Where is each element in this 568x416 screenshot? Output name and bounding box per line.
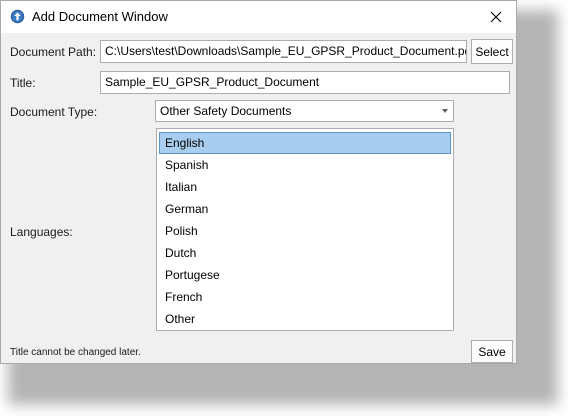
- language-item-french[interactable]: French: [159, 286, 451, 308]
- close-button[interactable]: [476, 1, 516, 33]
- upload-arrow-icon: [10, 9, 25, 24]
- language-item-dutch[interactable]: Dutch: [159, 242, 451, 264]
- document-type-label: Document Type:: [10, 105, 98, 119]
- language-item-other[interactable]: Other: [159, 308, 451, 330]
- title-label: Title:: [10, 76, 36, 90]
- chevron-down-icon: [442, 109, 448, 113]
- title-note: Title cannot be changed later.: [10, 347, 141, 358]
- document-path-field[interactable]: C:\Users\test\Downloads\Sample_EU_GPSR_P…: [100, 40, 467, 63]
- language-item-polish[interactable]: Polish: [159, 220, 451, 242]
- language-item-english[interactable]: English: [159, 132, 451, 154]
- close-icon: [490, 11, 502, 23]
- language-item-german[interactable]: German: [159, 198, 451, 220]
- language-item-portugese[interactable]: Portugese: [159, 264, 451, 286]
- add-document-window: Add Document Window Document Path: C:\Us…: [0, 0, 517, 364]
- document-type-dropdown[interactable]: Other Safety Documents: [155, 100, 454, 122]
- document-path-label: Document Path:: [10, 45, 97, 59]
- languages-label: Languages:: [10, 225, 73, 239]
- title-bar: Add Document Window: [1, 1, 516, 33]
- document-type-value: Other Safety Documents: [160, 104, 292, 118]
- language-item-spanish[interactable]: Spanish: [159, 154, 451, 176]
- window-title: Add Document Window: [32, 9, 168, 24]
- language-item-italian[interactable]: Italian: [159, 176, 451, 198]
- save-button[interactable]: Save: [471, 340, 513, 363]
- languages-listbox[interactable]: English Spanish Italian German Polish Du…: [156, 128, 454, 331]
- select-button[interactable]: Select: [471, 39, 513, 64]
- title-field[interactable]: Sample_EU_GPSR_Product_Document: [100, 71, 510, 94]
